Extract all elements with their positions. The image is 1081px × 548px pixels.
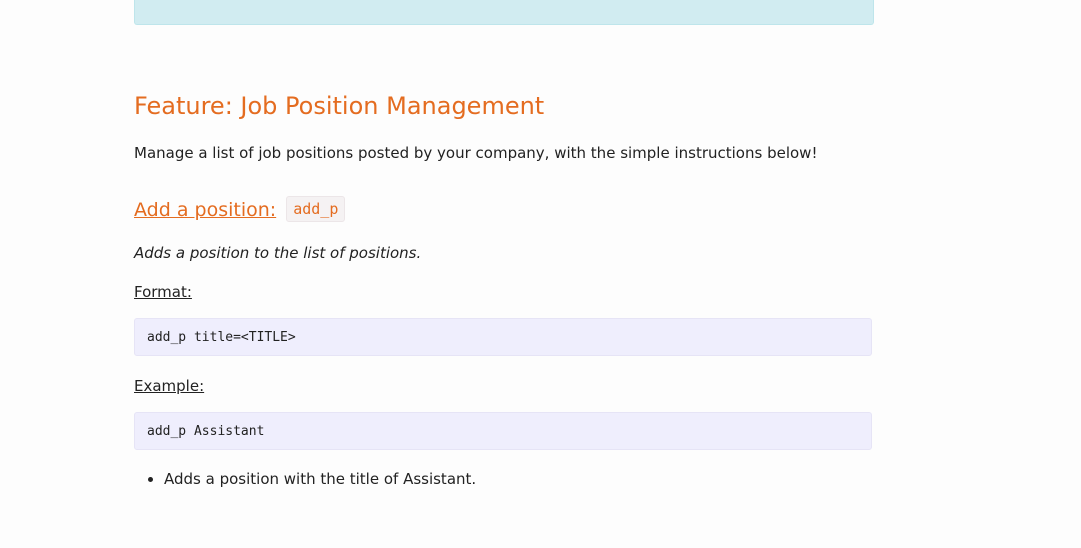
example-code-block: add_p Assistant	[134, 412, 872, 450]
format-code-block: add_p title=<TITLE>	[134, 318, 872, 356]
add-position-anchor-link[interactable]: Add a position:	[134, 199, 276, 221]
feature-title: Feature: Job Position Management	[134, 92, 545, 120]
command-keyword: add_p	[286, 196, 346, 222]
format-label: Format:	[134, 283, 192, 301]
command-description: Adds a position to the list of positions…	[134, 244, 422, 262]
command-heading: Add a position: add_p	[134, 195, 346, 225]
list-item: Adds a position with the title of Assist…	[164, 468, 476, 490]
example-label: Example:	[134, 377, 205, 395]
info-callout-box	[134, 0, 874, 25]
example-notes-list: Adds a position with the title of Assist…	[134, 468, 476, 490]
feature-description: Manage a list of job positions posted by…	[134, 144, 818, 162]
